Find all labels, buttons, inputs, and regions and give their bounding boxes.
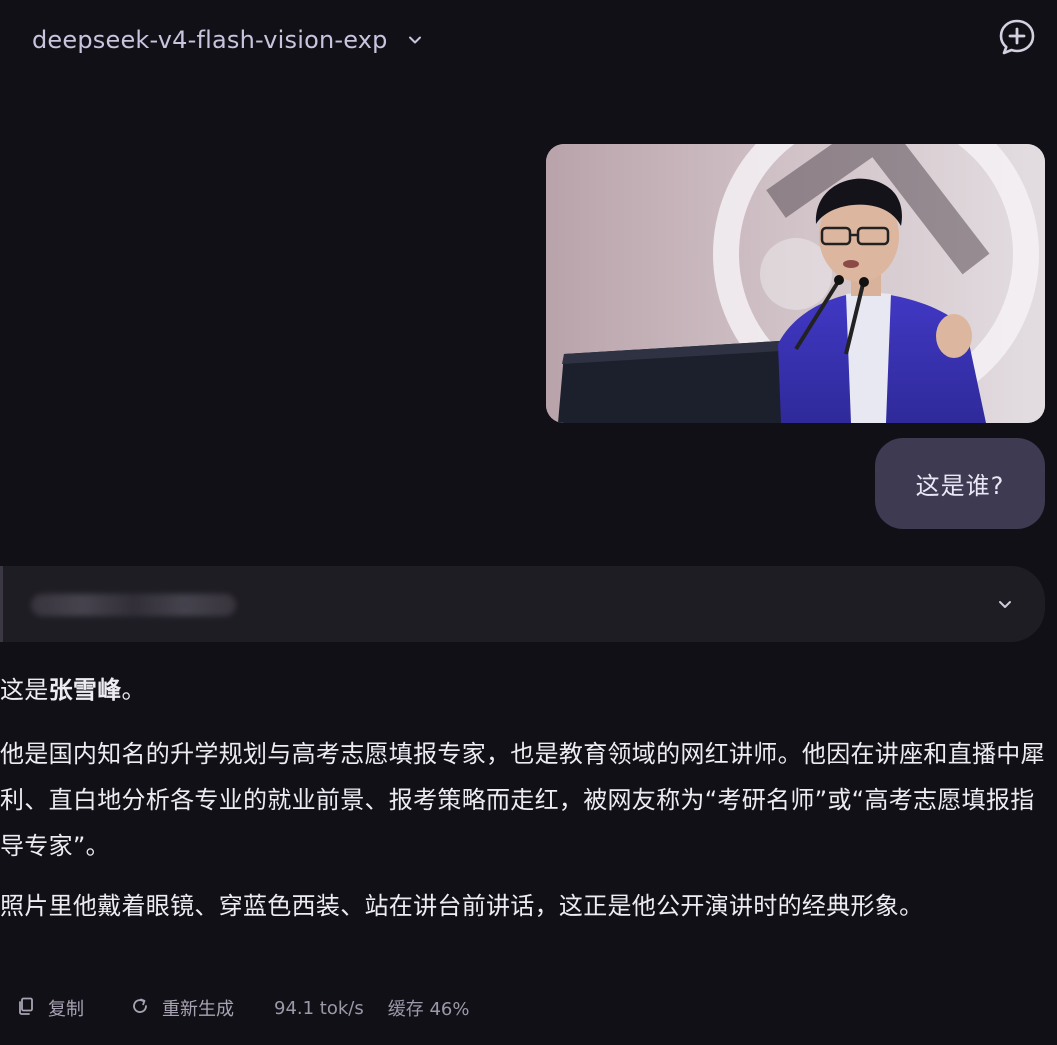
answer-text: 这是	[0, 676, 49, 704]
new-chat-button[interactable]	[996, 18, 1038, 60]
copy-icon	[16, 996, 36, 1021]
chevron-down-icon	[406, 31, 424, 49]
assistant-answer: 这是张雪峰。 他是国内知名的升学规划与高考志愿填报专家，也是教育领域的网红讲师。…	[0, 667, 1050, 943]
regenerate-label: 重新生成	[162, 999, 234, 1020]
user-message-bubble: 这是谁?	[875, 438, 1045, 529]
answer-text: 。	[121, 676, 146, 704]
speaker-photo	[546, 144, 1045, 423]
regenerate-button[interactable]: 重新生成	[130, 995, 234, 1021]
answer-paragraph: 他是国内知名的升学规划与高考志愿填报专家，也是教育领域的网红讲师。他因在讲座和直…	[0, 740, 1045, 860]
answer-paragraph: 照片里他戴着眼镜、穿蓝色西装、站在讲台前讲话，这正是他公开演讲时的经典形象。	[0, 892, 924, 920]
answer-name-bold: 张雪峰	[48, 676, 122, 704]
model-name: deepseek-v4-flash-vision-exp	[32, 26, 388, 54]
new-chat-plus-icon	[997, 17, 1037, 61]
thinking-panel[interactable]	[0, 566, 1045, 642]
refresh-icon	[130, 996, 150, 1021]
thinking-summary-blurred	[31, 594, 236, 616]
cache-ratio: 缓存 46%	[387, 999, 470, 1020]
user-uploaded-image[interactable]	[546, 144, 1045, 423]
copy-button[interactable]: 复制	[16, 995, 84, 1021]
user-message-text: 这是谁?	[915, 472, 1005, 500]
header: deepseek-v4-flash-vision-exp	[0, 0, 1057, 80]
token-speed: 94.1 tok/s	[274, 997, 364, 1019]
copy-label: 复制	[48, 999, 84, 1020]
chevron-down-icon[interactable]	[995, 594, 1015, 614]
message-actions: 复制 重新生成 94.1 tok/s 缓存 46%	[16, 992, 469, 1024]
chat-page: deepseek-v4-flash-vision-exp 这是谁? 这是张雪峰。…	[0, 0, 1057, 1045]
answer-paragraph: 这是张雪峰。	[0, 667, 1050, 713]
model-selector[interactable]: deepseek-v4-flash-vision-exp	[32, 22, 424, 58]
